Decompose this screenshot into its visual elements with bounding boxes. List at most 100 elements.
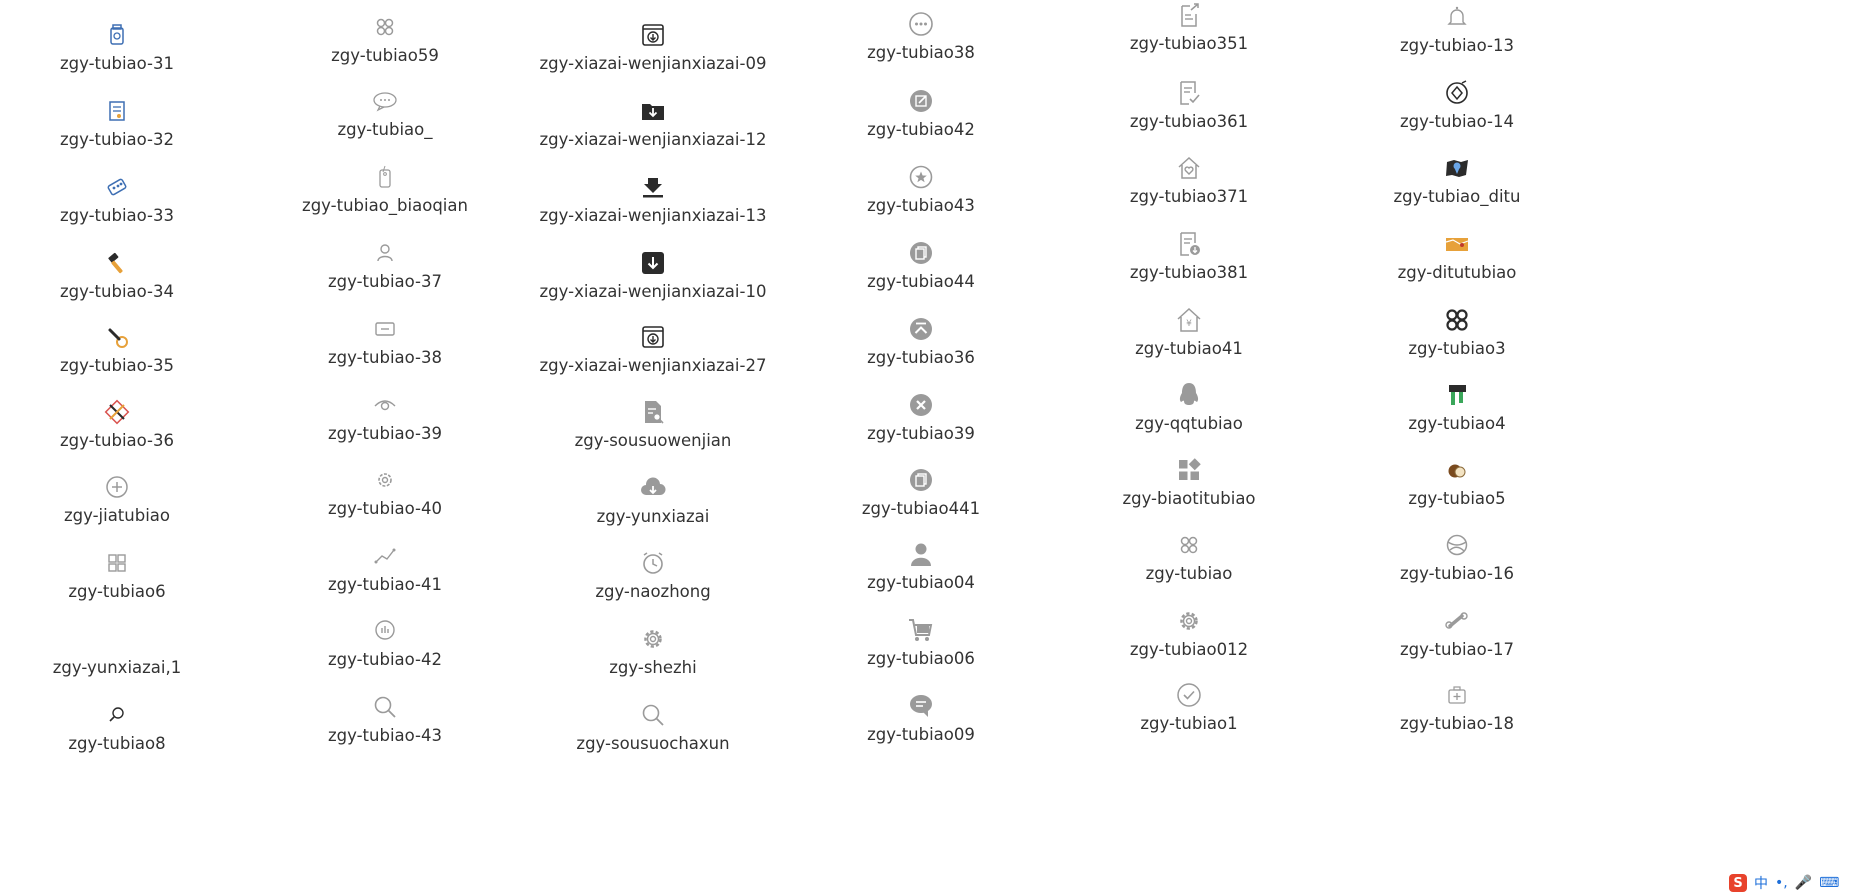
icon-card[interactable]: zgy-sousuowenjian — [503, 397, 803, 485]
ball-icon — [1442, 530, 1472, 560]
chat-circle-icon — [906, 691, 936, 721]
icon-card[interactable]: zgy-xiazai-wenjianxiazai-13 — [503, 172, 803, 260]
icon-label: zgy-tubiao351 — [1129, 34, 1249, 53]
map-icon — [1442, 229, 1472, 259]
icon-card[interactable]: zgy-tubiao_biaoqian — [235, 162, 535, 250]
magnifier-small-icon — [102, 700, 132, 730]
icon-card[interactable]: zgy-xiazai-wenjianxiazai-09 — [503, 20, 803, 108]
icon-label: zgy-tubiao06 — [867, 649, 975, 668]
icon-label: zgy-tubiao-35 — [59, 356, 174, 375]
icon-card[interactable]: zgy-tubiao8 — [0, 700, 267, 788]
icon-label: zgy-jiatubiao — [63, 506, 171, 525]
command-icon — [370, 12, 400, 42]
icon-card[interactable]: zgy-tubiao42 — [771, 86, 1071, 174]
sogou-logo-icon[interactable]: S — [1729, 874, 1747, 892]
icon-gallery: zgy-tubiao-31 zgy-tubiao-32 zgy-tubiao-33 z… — [0, 0, 1849, 894]
icon-label: zgy-tubiao441 — [861, 499, 981, 518]
icon-card[interactable]: zgy-jiatubiao — [0, 472, 267, 560]
ime-toolbar[interactable]: S 中 •, 🎤 ⌨ — [1723, 872, 1849, 894]
icon-label: zgy-tubiao_biaoqian — [302, 196, 468, 215]
tools-icon — [102, 397, 132, 427]
widgets-icon — [1174, 455, 1204, 485]
icon-label: zgy-tubiao36 — [867, 348, 975, 367]
icon-card[interactable]: zgy-tubiao_ — [235, 86, 535, 174]
icon-label: zgy-tubiao-40 — [327, 499, 442, 518]
icon-label: zgy-yunxiazai,1 — [52, 658, 182, 677]
copy-circle-icon — [906, 238, 936, 268]
icon-card[interactable]: zgy-sousuochaxun — [503, 700, 803, 788]
icon-label: zgy-tubiao-41 — [327, 575, 442, 594]
icon-card[interactable]: zgy-tubiao-38 — [235, 314, 535, 402]
icon-label: zgy-tubiao012 — [1129, 640, 1249, 659]
icon-label: zgy-tubiao-34 — [59, 282, 174, 301]
doc-check-icon — [1174, 78, 1204, 108]
check-circle-icon — [1174, 680, 1204, 710]
icon-card[interactable]: zgy-naozhong — [503, 548, 803, 636]
icon-label: zgy-tubiao-38 — [327, 348, 442, 367]
keyboard-icon[interactable]: ⌨ — [1819, 875, 1839, 891]
icon-label: zgy-tubiao1 — [1140, 714, 1238, 733]
ime-lang-toggle[interactable]: 中 — [1754, 873, 1768, 893]
icon-card[interactable]: zgy-tubiao-18 — [1307, 680, 1607, 768]
more-circle-icon — [906, 9, 936, 39]
icon-label: zgy-tubiao5 — [1408, 489, 1506, 508]
icon-card[interactable]: zgy-tubiao-31 — [0, 20, 267, 108]
icon-card[interactable]: zgy-ditutubiao — [1307, 229, 1607, 317]
icon-card[interactable]: zgy-tubiao38 — [771, 9, 1071, 97]
icon-label: zgy-xiazai-wenjianxiazai-09 — [539, 54, 767, 73]
blank-icon — [102, 624, 132, 654]
icon-card[interactable]: zgy-xiazai-wenjianxiazai-12 — [503, 96, 803, 184]
icon-card[interactable]: zgy-tubiao-16 — [1307, 530, 1607, 618]
ticket-icon — [370, 314, 400, 344]
icon-label: zgy-naozhong — [595, 582, 711, 601]
icon-card[interactable]: zgy-tubiao09 — [771, 691, 1071, 779]
icon-card[interactable]: zgy-tubiao — [1039, 530, 1339, 618]
icon-card[interactable]: zgy-tubiao-42 — [235, 616, 535, 704]
compass-icon — [1442, 78, 1472, 108]
icon-card[interactable]: zgy-tubiao371 — [1039, 153, 1339, 241]
icon-label: zgy-tubiao-43 — [327, 726, 442, 745]
icon-card[interactable]: zgy-tubiao44 — [771, 238, 1071, 326]
icon-card[interactable]: zgy-tubiao04 — [771, 539, 1071, 627]
hammer-icon — [102, 248, 132, 278]
icon-label: zgy-tubiao09 — [867, 725, 975, 744]
icon-card[interactable]: zgy-tubiao-32 — [0, 96, 267, 184]
icon-card[interactable]: zgy-tubiao36 — [771, 314, 1071, 402]
folder-download-icon — [638, 96, 668, 126]
icon-card[interactable]: zgy-tubiao1 — [1039, 680, 1339, 768]
icon-label: zgy-xiazai-wenjianxiazai-27 — [539, 356, 767, 375]
command-bold-icon — [1442, 305, 1472, 335]
icon-card[interactable]: zgy-tubiao43 — [771, 162, 1071, 250]
doc-download-icon — [1174, 229, 1204, 259]
icon-card[interactable]: zgy-tubiao-37 — [235, 238, 535, 326]
icon-card[interactable]: zgy-tubiao6 — [0, 548, 267, 636]
svg-text:¥: ¥ — [1186, 319, 1192, 329]
icon-label: zgy-tubiao-16 — [1399, 564, 1514, 583]
icon-card[interactable]: zgy-tubiao-33 — [0, 172, 267, 260]
ime-punct-toggle[interactable]: •, — [1775, 875, 1788, 891]
icon-label: zgy-tubiao_ditu — [1393, 187, 1521, 206]
icon-card[interactable]: zgy-tubiao351 — [1039, 0, 1339, 88]
bone-icon — [1442, 606, 1472, 636]
icon-card[interactable]: zgy-tubiao06 — [771, 615, 1071, 703]
icon-label: zgy-tubiao_ — [337, 120, 433, 139]
icon-card[interactable]: zgy-tubiao-43 — [235, 692, 535, 780]
microphone-icon[interactable]: 🎤 — [1795, 875, 1812, 891]
wrench-icon — [102, 322, 132, 352]
icon-label: zgy-tubiao8 — [68, 734, 166, 753]
icon-label: zgy-tubiao-31 — [59, 54, 174, 73]
icon-card[interactable]: zgy-tubiao-13 — [1307, 2, 1607, 90]
icon-card[interactable]: zgy-yunxiazai,1 — [0, 624, 267, 712]
icon-label: zgy-tubiao-13 — [1399, 36, 1514, 55]
icon-card[interactable]: zgy-tubiao381 — [1039, 229, 1339, 317]
pill-pack-icon — [102, 172, 132, 202]
icon-card[interactable]: zgy-shezhi — [503, 624, 803, 712]
download-box-icon — [638, 322, 668, 352]
eye-icon — [370, 390, 400, 420]
icon-label: zgy-ditutubiao — [1397, 263, 1517, 282]
grid-icon — [102, 548, 132, 578]
icon-card[interactable]: zgy-tubiao_ditu — [1307, 153, 1607, 241]
icon-label: zgy-tubiao04 — [867, 573, 975, 592]
top-arrow-circle-icon — [906, 314, 936, 344]
icon-card[interactable]: zgy-tubiao-40 — [235, 465, 535, 553]
